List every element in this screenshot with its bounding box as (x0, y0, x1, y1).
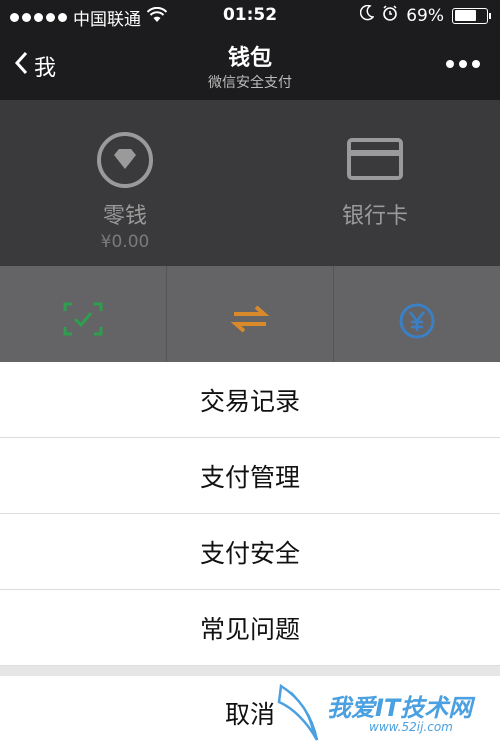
service-grid (0, 266, 500, 366)
grid-cell-yuan[interactable] (334, 266, 500, 366)
diamond-icon (95, 130, 155, 190)
grid-cell-scan[interactable] (0, 266, 167, 366)
page-title: 钱包 (227, 46, 272, 71)
sheet-divider (0, 666, 500, 676)
watermark-url: www.52ij.com (369, 720, 453, 734)
menu-item-transaction-records[interactable]: 交易记录 (0, 362, 500, 438)
change-amount: ¥0.00 (100, 232, 150, 252)
alarm-icon (382, 5, 398, 26)
more-options-button[interactable] (446, 60, 480, 68)
bank-card-label: 银行卡 (341, 204, 408, 229)
status-right: 69% (360, 4, 491, 26)
page-subtitle: 微信安全支付 (208, 75, 292, 91)
navigation-bar: 我 钱包 微信安全支付 (0, 32, 500, 100)
menu-item-payment-management[interactable]: 支付管理 (0, 438, 500, 514)
battery-percent: 69% (406, 5, 444, 26)
scan-pay-icon (63, 302, 103, 366)
transfer-icon (230, 302, 270, 366)
moon-icon (360, 4, 375, 26)
change-label: 零钱 (102, 204, 147, 229)
watermark: 我爱IT技术网 www.52ij.com (277, 682, 492, 744)
change-balance-tile[interactable]: 零钱 ¥0.00 (0, 100, 250, 266)
status-bar: 中国联通 01:52 69% (0, 0, 500, 32)
yuan-icon (398, 302, 436, 366)
grid-cell-transfer[interactable] (167, 266, 334, 366)
watermark-text: 我爱IT技术网 (327, 694, 473, 722)
wallet-header: 零钱 ¥0.00 银行卡 (0, 100, 500, 266)
menu-item-payment-security[interactable]: 支付安全 (0, 514, 500, 590)
bank-card-tile[interactable]: 银行卡 (250, 100, 500, 266)
more-dots-icon (446, 60, 454, 68)
bank-card-icon (345, 130, 405, 190)
battery-icon (452, 7, 491, 24)
menu-item-faq[interactable]: 常见问题 (0, 590, 500, 666)
